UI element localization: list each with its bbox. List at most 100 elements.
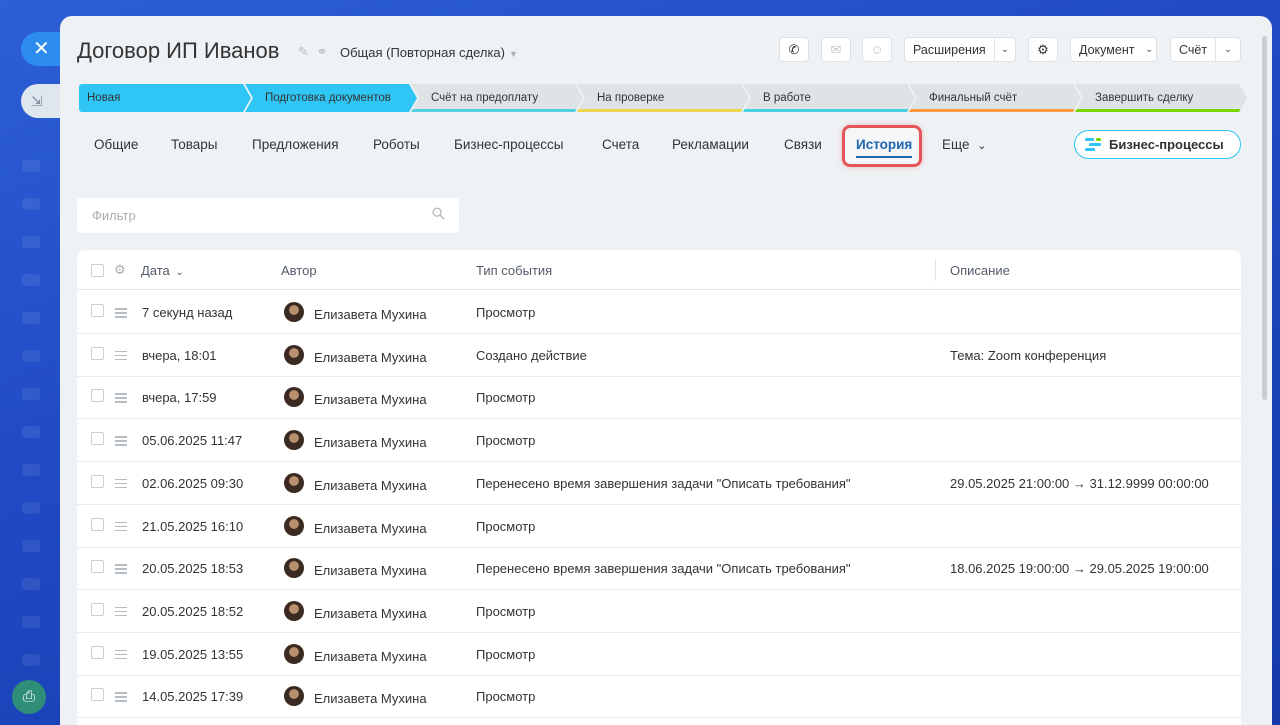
column-description[interactable]: Описание xyxy=(950,263,1010,278)
row-checkbox[interactable] xyxy=(91,474,104,488)
tab-relations[interactable]: Связи xyxy=(784,137,822,152)
avatar[interactable] xyxy=(284,387,304,408)
row-menu-icon[interactable] xyxy=(115,436,127,446)
chat-icon: ☺ xyxy=(870,42,884,57)
row-menu-icon[interactable] xyxy=(115,649,127,660)
tab-history[interactable]: История xyxy=(856,137,913,158)
table-row[interactable]: вчера, 17:59 Елизавета Мухина Просмотр xyxy=(77,376,1241,420)
stage-2[interactable]: Подготовка документов xyxy=(245,84,417,112)
stage-5[interactable]: В работе xyxy=(743,84,915,112)
stage-1[interactable]: Новая xyxy=(79,84,251,112)
row-checkbox[interactable] xyxy=(91,560,104,574)
table-row[interactable]: вчера, 18:01 Елизавета Мухина Создано дейс… xyxy=(77,334,1241,377)
extensions-dropdown[interactable]: Расширения ⌄ xyxy=(904,37,1016,62)
row-menu-icon[interactable] xyxy=(115,692,127,702)
category-selector[interactable]: Общая (Повторная сделка) ▼ xyxy=(340,45,518,60)
row-author[interactable]: Елизавета Мухина xyxy=(314,435,427,450)
select-all-checkbox[interactable] xyxy=(91,264,104,277)
table-row[interactable]: 14.05.2025 17:39 Елизавета Мухина Просмотр xyxy=(77,675,1241,719)
document-dropdown[interactable]: Документ ⌄ xyxy=(1070,37,1157,62)
print-button[interactable]: ⎙ xyxy=(12,680,46,714)
table-row[interactable]: 21.05.2025 16:10 Елизавета Мухина Просмотр xyxy=(77,505,1241,548)
search-icon[interactable] xyxy=(432,207,445,220)
rail-icon xyxy=(22,198,40,210)
row-author[interactable]: Елизавета Мухина xyxy=(314,521,427,536)
table-row[interactable]: 05.06.2025 11:47 Елизавета Мухина Просмотр xyxy=(77,419,1241,463)
avatar[interactable] xyxy=(284,558,304,579)
stage-3[interactable]: Счёт на предоплату xyxy=(411,84,583,112)
row-checkbox[interactable] xyxy=(91,389,104,403)
tab-robots[interactable]: Роботы xyxy=(373,137,420,152)
panel-scrollbar[interactable] xyxy=(1262,36,1267,400)
stage-bar: Новая Подготовка документов Счёт на предоп… xyxy=(79,84,1241,112)
avatar[interactable] xyxy=(284,302,304,322)
row-checkbox[interactable] xyxy=(91,688,104,702)
row-date: 19.05.2025 13:55 xyxy=(142,646,244,662)
tab-claims[interactable]: Рекламации xyxy=(672,137,749,152)
minimize-arrow-icon: ⇲ xyxy=(31,93,43,109)
tab-business-processes[interactable]: Бизнес-процессы xyxy=(454,137,563,152)
row-checkbox[interactable] xyxy=(91,304,104,317)
stage-7[interactable]: Завершить сделку xyxy=(1075,84,1247,112)
business-processes-button[interactable]: Бизнес-процессы xyxy=(1074,130,1241,159)
row-author[interactable]: Елизавета Мухина xyxy=(314,307,427,322)
rail-icon xyxy=(22,540,40,552)
row-menu-icon[interactable] xyxy=(115,478,127,489)
call-button[interactable]: ✆ xyxy=(779,37,809,62)
row-checkbox[interactable] xyxy=(91,432,104,446)
tab-more[interactable]: Еще ⌄ xyxy=(942,137,986,152)
row-author[interactable]: Елизавета Мухина xyxy=(314,649,427,664)
row-author[interactable]: Елизавета Мухина xyxy=(314,392,427,407)
row-checkbox[interactable] xyxy=(91,645,104,659)
table-row[interactable]: 02.06.2025 09:30 Елизавета Мухина Перенесе… xyxy=(77,462,1241,505)
page-title: Договор ИП Иванов xyxy=(77,38,280,63)
row-author[interactable]: Елизавета Мухина xyxy=(314,563,427,578)
avatar[interactable] xyxy=(284,472,304,493)
row-checkbox[interactable] xyxy=(91,602,104,616)
chat-button[interactable]: ☺ xyxy=(862,37,892,62)
avatar[interactable] xyxy=(284,600,304,621)
invoice-dropdown[interactable]: Счёт ⌄ xyxy=(1170,37,1241,62)
row-date: 02.06.2025 09:30 xyxy=(142,475,244,491)
chevron-down-icon: ⌄ xyxy=(1145,44,1154,55)
stage-6[interactable]: Финальный счёт xyxy=(909,84,1081,112)
row-menu-icon[interactable] xyxy=(115,564,127,574)
stage-4[interactable]: На проверке xyxy=(577,84,749,112)
column-author[interactable]: Автор xyxy=(281,263,317,278)
row-menu-icon[interactable] xyxy=(115,393,127,403)
row-menu-icon[interactable] xyxy=(115,350,127,361)
row-author[interactable]: Елизавета Мухина xyxy=(314,606,427,621)
email-button[interactable]: ✉ xyxy=(821,37,851,62)
avatar[interactable] xyxy=(284,515,304,536)
row-author[interactable]: Елизавета Мухина xyxy=(314,478,427,493)
link-icon[interactable]: ⚭ xyxy=(317,44,328,59)
settings-button[interactable]: ⚙ xyxy=(1028,37,1058,62)
tab-offers[interactable]: Предложения xyxy=(252,137,339,152)
stage-color-line xyxy=(743,109,915,112)
row-event-type: Просмотр xyxy=(476,305,536,320)
tab-products[interactable]: Товары xyxy=(171,137,217,152)
column-divider[interactable] xyxy=(935,259,936,281)
filter-input[interactable]: Фильтр xyxy=(77,198,459,233)
row-menu-icon[interactable] xyxy=(115,521,127,531)
column-date[interactable]: Дата ⌄ xyxy=(141,263,184,278)
avatar[interactable] xyxy=(284,344,304,365)
row-checkbox[interactable] xyxy=(91,517,104,531)
tab-general[interactable]: Общие xyxy=(94,137,138,152)
edit-pencil-icon[interactable]: ✎ xyxy=(298,44,309,59)
row-author[interactable]: Елизавета Мухина xyxy=(314,350,427,365)
table-row[interactable]: 20.05.2025 18:53 Елизавета Мухина Перенесе… xyxy=(77,547,1241,591)
avatar[interactable] xyxy=(284,686,304,707)
row-menu-icon[interactable] xyxy=(115,606,127,617)
column-settings-gear-icon[interactable]: ⚙ xyxy=(114,263,127,276)
tab-invoices[interactable]: Счета xyxy=(602,137,639,152)
avatar[interactable] xyxy=(284,430,304,451)
avatar[interactable] xyxy=(284,643,304,664)
column-event-type[interactable]: Тип события xyxy=(476,263,552,278)
row-author[interactable]: Елизавета Мухина xyxy=(314,691,427,706)
table-row[interactable]: 19.05.2025 13:55 Елизавета Мухина Просмотр xyxy=(77,633,1241,676)
row-menu-icon[interactable] xyxy=(115,308,127,318)
table-row[interactable]: 7 секунд назад Елизавета Мухина Просмотр xyxy=(77,291,1241,334)
table-row[interactable]: 20.05.2025 18:52 Елизавета Мухина Просмотр xyxy=(77,590,1241,633)
row-checkbox[interactable] xyxy=(91,346,104,360)
